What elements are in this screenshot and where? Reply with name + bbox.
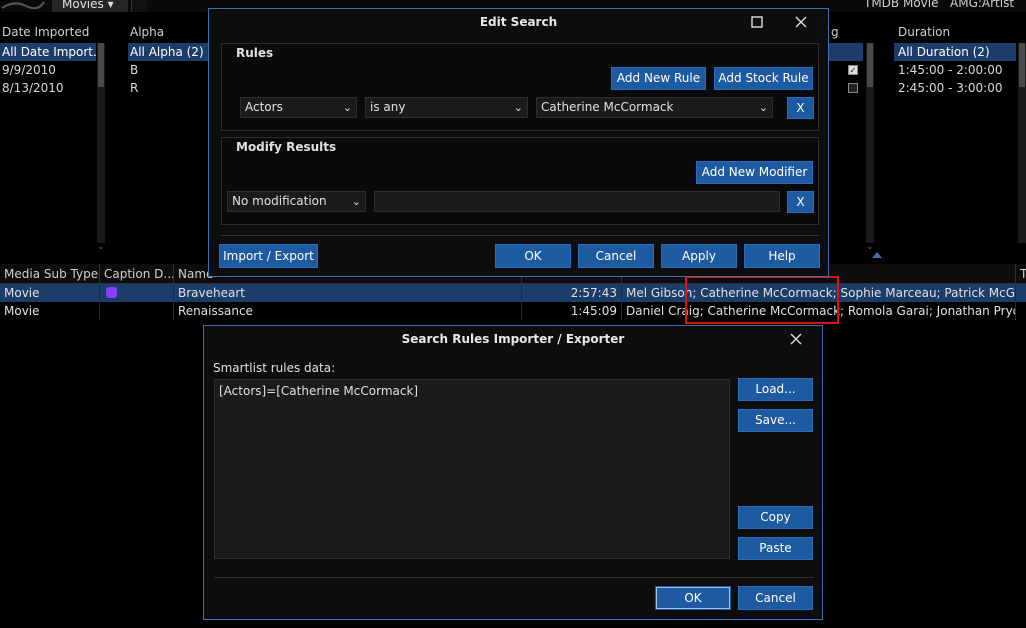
caption-icon: [106, 287, 117, 298]
filter-item-duration-all[interactable]: All Duration (2): [894, 43, 1016, 61]
add-new-modifier-button[interactable]: Add New Modifier: [696, 161, 813, 184]
load-button[interactable]: Load...: [738, 378, 813, 401]
add-stock-rule-button[interactable]: Add Stock Rule: [714, 67, 813, 90]
filter-item-date-1[interactable]: 9/9/2010: [0, 61, 96, 79]
chevron-down-icon: ⌄: [342, 101, 352, 114]
help-button[interactable]: Help: [744, 244, 820, 268]
dialog-title: Edit Search: [479, 15, 558, 29]
modifier-input[interactable]: [374, 191, 780, 212]
importer-ok-button[interactable]: OK: [655, 586, 731, 610]
filter-item-date-all[interactable]: All Date Import...: [0, 43, 96, 61]
filter-header-alpha[interactable]: Alpha: [128, 22, 208, 42]
checkbox-checked[interactable]: ✓: [848, 65, 858, 75]
rule-operator-select[interactable]: is any ⌄: [365, 97, 528, 118]
filter-item-date-2[interactable]: 8/13/2010: [0, 79, 96, 97]
tab-movies[interactable]: Movies ▾: [52, 0, 128, 12]
add-new-rule-button[interactable]: Add New Rule: [611, 67, 706, 90]
list-header-media-sub-type[interactable]: Media Sub Type: [0, 264, 100, 284]
checkbox-unchecked[interactable]: [848, 83, 858, 93]
importer-cancel-button[interactable]: Cancel: [738, 586, 813, 610]
filter-item-duration-1[interactable]: 1:45:00 - 2:00:00: [894, 61, 1016, 79]
smartlist-rules-label: Smartlist rules data:: [213, 361, 336, 375]
rules-title: Rules: [236, 46, 274, 60]
highlight-box: [685, 276, 839, 324]
date-filter-scrollbar[interactable]: [97, 43, 105, 243]
edit-search-dialog: Edit Search Rules Add New Rule Add Stock…: [208, 8, 829, 277]
filter-item-alpha-r[interactable]: R: [128, 79, 208, 97]
copy-button[interactable]: Copy: [738, 506, 813, 529]
maximize-icon[interactable]: [737, 9, 777, 35]
table-row[interactable]: Movie Renaissance 1:45:09 Daniel Craig; …: [0, 302, 1026, 320]
list-header-overflow[interactable]: T: [1020, 264, 1026, 284]
remove-modifier-button[interactable]: X: [787, 191, 814, 213]
app-logo-icon: [0, 0, 48, 10]
smartlist-rules-textarea[interactable]: [Actors]=[Catherine McCormack]: [214, 379, 730, 559]
filter-item-g-all[interactable]: [829, 43, 863, 61]
cell-name: Renaissance: [174, 302, 522, 320]
chevron-down-icon: ⌄: [351, 195, 361, 208]
filter-header-duration[interactable]: Duration: [896, 22, 1016, 42]
modify-results-title: Modify Results: [236, 140, 337, 154]
cell-caption: [100, 284, 174, 302]
smartlist-rules-data: [Actors]=[Catherine McCormack]: [219, 384, 419, 398]
filter-item-alpha-all[interactable]: All Alpha (2): [128, 43, 210, 61]
splitter-arrow-icon[interactable]: [872, 252, 882, 258]
cell-media-sub-type: Movie: [0, 284, 100, 302]
close-icon[interactable]: [776, 326, 816, 352]
filter-item-alpha-b[interactable]: B: [128, 61, 208, 79]
ok-button[interactable]: OK: [495, 244, 571, 268]
remove-rule-button[interactable]: X: [787, 97, 814, 119]
importer-dialog-title: Search Rules Importer / Exporter: [401, 332, 625, 346]
g-filter-scrollbar[interactable]: [866, 43, 874, 243]
duration-filter-scrollbar[interactable]: [1018, 43, 1026, 243]
cell-name: Braveheart: [174, 284, 522, 302]
import-export-button[interactable]: Import / Export: [219, 244, 318, 268]
table-row[interactable]: Movie Braveheart 2:57:43 Mel Gibson; Cat…: [0, 284, 1026, 302]
cell-duration: 1:45:09: [522, 302, 622, 320]
modifier-select[interactable]: No modification ⌄: [227, 191, 366, 212]
paste-button[interactable]: Paste: [738, 537, 813, 560]
list-header-caption[interactable]: Caption D...: [100, 264, 174, 284]
filter-item-duration-2[interactable]: 2:45:00 - 3:00:00: [894, 79, 1016, 97]
filter-header-g[interactable]: g: [829, 22, 849, 42]
cell-caption: [100, 302, 174, 320]
chevron-down-icon: ⌄: [758, 101, 768, 114]
close-icon[interactable]: [781, 9, 821, 35]
cancel-button[interactable]: Cancel: [578, 244, 654, 268]
modify-results-group: Modify Results Add New Modifier No modif…: [221, 137, 819, 225]
divider: [214, 577, 814, 578]
tab-blank[interactable]: [131, 0, 147, 12]
column-header-tmdb-movie[interactable]: TMDB Movie: [864, 0, 944, 12]
filter-header-date-imported[interactable]: Date Imported: [0, 22, 96, 42]
rule-field-select[interactable]: Actors ⌄: [240, 97, 357, 118]
scroll-down-icon[interactable]: ⌄: [866, 242, 874, 252]
modifier-value: No modification: [232, 194, 327, 208]
cell-duration: 2:57:43: [522, 284, 622, 302]
rule-field-value: Actors: [245, 100, 283, 114]
rules-group: Rules Add New Rule Add Stock Rule Actors…: [221, 43, 819, 131]
column-header-amg-artist[interactable]: AMG:Artist: [950, 0, 1026, 12]
cell-media-sub-type: Movie: [0, 302, 100, 320]
apply-button[interactable]: Apply: [661, 244, 737, 268]
importer-exporter-dialog: Search Rules Importer / Exporter Smartli…: [203, 325, 823, 620]
scroll-down-icon[interactable]: ⌄: [97, 242, 105, 252]
rule-value-select[interactable]: Catherine McCormack ⌄: [536, 97, 773, 118]
rule-value-text: Catherine McCormack: [541, 100, 674, 114]
divider: [221, 235, 819, 236]
rule-operator-value: is any: [370, 100, 406, 114]
save-button[interactable]: Save...: [738, 409, 813, 432]
chevron-down-icon: ⌄: [513, 101, 523, 114]
